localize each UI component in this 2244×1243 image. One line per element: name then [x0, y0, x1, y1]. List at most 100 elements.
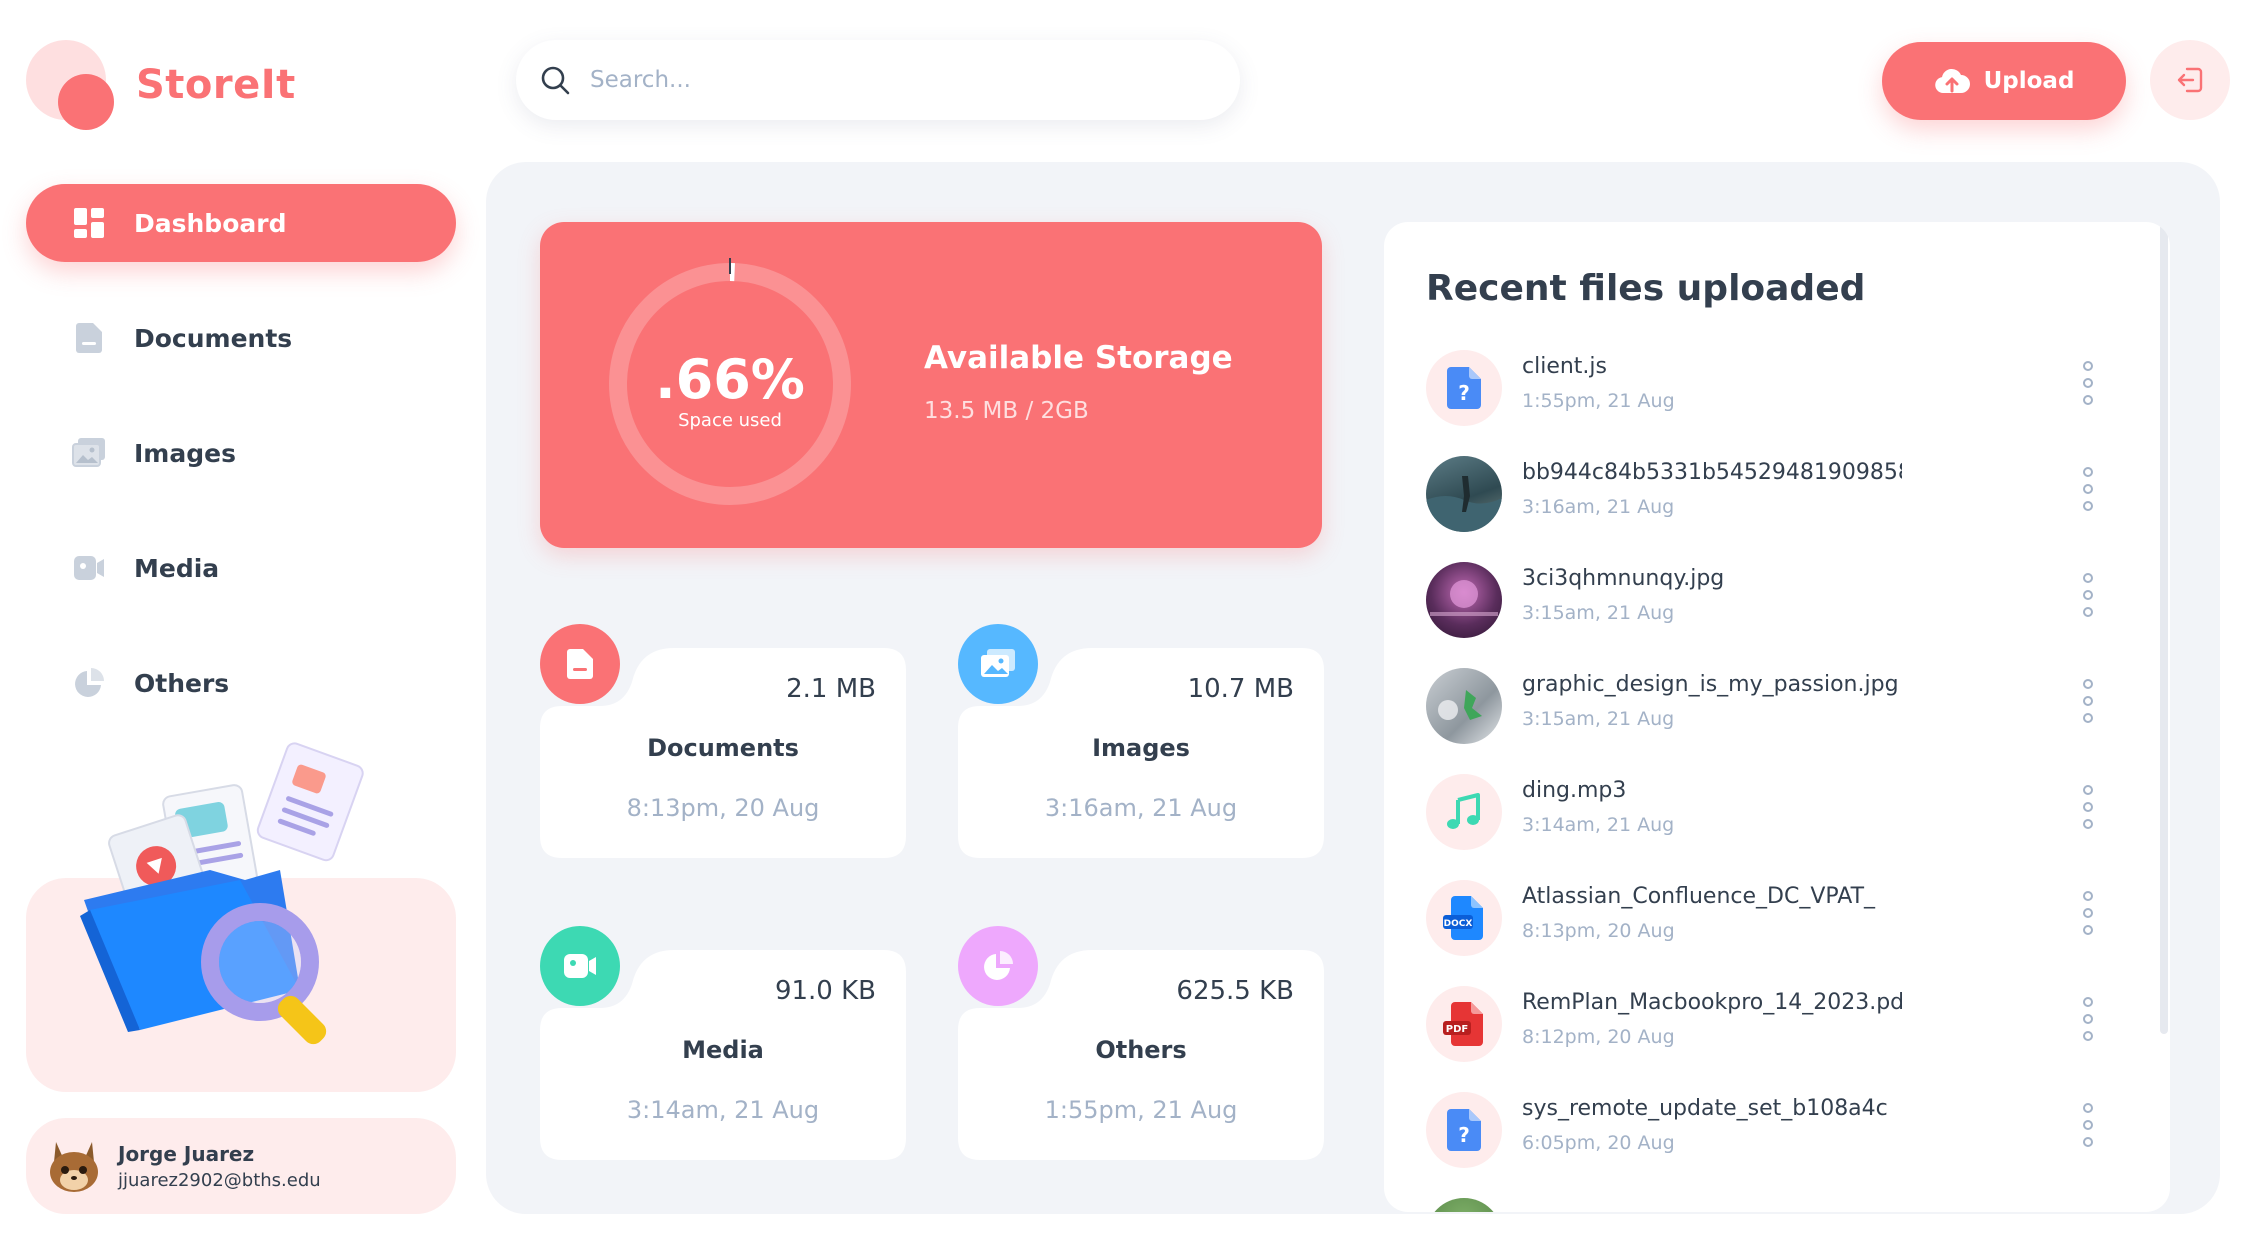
storage-percent: .66%: [655, 348, 805, 411]
file-name: 3ci3qhmnunqy.jpg: [1522, 566, 1725, 591]
file-date: 3:14am, 21 Aug: [1522, 814, 1675, 836]
file-name: ding.mp3: [1522, 778, 1627, 803]
more-vertical-icon[interactable]: [2082, 890, 2094, 936]
storage-used: 13.5 MB: [924, 398, 1019, 424]
file-row[interactable]: PDF RemPlan_Macbookpro_14_2023.pdf 8:12p…: [1426, 986, 2116, 1066]
card-name: Documents: [647, 734, 799, 762]
card-date: 3:14am, 21 Aug: [626, 1096, 820, 1124]
file-date: 3:15am, 21 Aug: [1522, 602, 1675, 624]
svg-text:?: ?: [1458, 381, 1470, 405]
upload-label: Upload: [1983, 68, 2075, 94]
image-thumbnail: [1426, 1198, 1502, 1212]
storage-separator: /: [1025, 398, 1034, 424]
file-row[interactable]: ? client.js 1:55pm, 21 Aug: [1426, 350, 2116, 430]
file-icon: [540, 624, 620, 704]
user-info: Jorge Juarez jjuarez2902@bths.edu: [118, 1142, 321, 1191]
recent-files-title: Recent files uploaded: [1426, 268, 1866, 309]
unknown-file-icon: ?: [1426, 1092, 1502, 1168]
file-row[interactable]: bb944c84b5331b545294819098581 3:16am, 21…: [1426, 456, 2116, 536]
card-name: Others: [1095, 1036, 1187, 1064]
file-date: 1:55pm, 21 Aug: [1522, 390, 1675, 412]
video-icon: [540, 926, 620, 1006]
upload-button[interactable]: Upload: [1882, 42, 2126, 120]
file-date: 6:05pm, 20 Aug: [1522, 1132, 1675, 1154]
search-bar[interactable]: [516, 40, 1240, 120]
card-size: 2.1 MB: [786, 674, 876, 704]
card-size: 625.5 KB: [1176, 976, 1294, 1006]
sidebar-item-label: Others: [134, 668, 230, 698]
summary-card-images[interactable]: 10.7 MB Images 3:16am, 21 Aug: [958, 624, 1324, 858]
folder-search-illustration: [80, 742, 364, 1045]
logo[interactable]: StoreIt: [26, 40, 296, 130]
file-name: RemPlan_Macbookpro_14_2023.pdf: [1522, 990, 1902, 1015]
more-vertical-icon[interactable]: [2082, 996, 2094, 1042]
summary-card-documents[interactable]: 2.1 MB Documents 8:13pm, 20 Aug: [540, 624, 906, 858]
document-icon: [72, 321, 106, 355]
sidebar-item-images[interactable]: Images: [26, 414, 456, 492]
avatar: [50, 1142, 98, 1192]
image-thumbnail: [1426, 456, 1502, 532]
app-name: StoreIt: [136, 62, 296, 108]
search-icon: [541, 66, 570, 95]
more-vertical-icon[interactable]: [2082, 678, 2094, 724]
summary-card-others[interactable]: 625.5 KB Others 1:55pm, 21 Aug: [958, 926, 1324, 1160]
file-row[interactable]: ? sys_remote_update_set_b108a4c 6:05pm, …: [1426, 1092, 2116, 1172]
pie-chart-icon: [72, 666, 106, 700]
file-row[interactable]: DOCX Atlassian_Confluence_DC_VPAT_ 8:13p…: [1426, 880, 2116, 960]
card-size: 10.7 MB: [1187, 674, 1294, 704]
file-row[interactable]: graphic_design_is_my_passion.jpg 3:15am,…: [1426, 668, 2116, 748]
svg-text:DOCX: DOCX: [1444, 919, 1473, 929]
sidebar-item-label: Media: [134, 553, 220, 583]
card-name: Media: [682, 1036, 764, 1064]
file-row[interactable]: ding.mp3 3:14am, 21 Aug: [1426, 774, 2116, 854]
file-date: 8:13pm, 20 Aug: [1522, 920, 1675, 942]
file-name: client.js: [1522, 354, 1607, 379]
card-name: Images: [1092, 734, 1190, 762]
sidebar-item-media[interactable]: Media: [26, 529, 456, 607]
summary-card-media[interactable]: 91.0 KB Media 3:14am, 21 Aug: [540, 926, 906, 1160]
app-root: StoreIt Dashboard Documents Images Media…: [0, 0, 2244, 1243]
storage-title: Available Storage: [924, 340, 1233, 376]
sidebar-item-dashboard[interactable]: Dashboard: [26, 184, 456, 262]
logout-icon: [2177, 67, 2203, 93]
file-row[interactable]: 3ci3qhmnunqy.jpg 3:15am, 21 Aug: [1426, 562, 2116, 642]
file-date: 3:15am, 21 Aug: [1522, 708, 1675, 730]
video-icon: [72, 551, 106, 585]
file-date: 8:12pm, 20 Aug: [1522, 1026, 1675, 1048]
sidebar-item-documents[interactable]: Documents: [26, 299, 456, 377]
recent-files-panel: Recent files uploaded ? client.js 1:55pm…: [1384, 222, 2170, 1212]
docx-icon: DOCX: [1426, 880, 1502, 956]
user-email: jjuarez2902@bths.edu: [118, 1169, 321, 1191]
storage-total: 2GB: [1040, 398, 1089, 424]
image-thumbnail: [1426, 668, 1502, 744]
sidebar-item-others[interactable]: Others: [26, 644, 456, 722]
more-vertical-icon[interactable]: [2082, 784, 2094, 830]
search-input[interactable]: [590, 67, 1210, 93]
logo-mark-icon: [26, 40, 116, 130]
storage-percent-caption: Space used: [678, 410, 782, 431]
logout-button[interactable]: [2150, 40, 2230, 120]
pie-chart-icon: [958, 926, 1038, 1006]
card-date: 3:16am, 21 Aug: [1044, 794, 1238, 822]
card-date: 8:13pm, 20 Aug: [626, 794, 820, 822]
file-name: Atlassian_Confluence_DC_VPAT_: [1522, 884, 1876, 909]
dashboard-icon: [72, 206, 106, 240]
sidebar-item-label: Images: [134, 438, 236, 468]
image-icon: [958, 624, 1038, 704]
more-vertical-icon[interactable]: [2082, 1102, 2094, 1148]
image-icon: [72, 436, 106, 470]
image-thumbnail: [1426, 562, 1502, 638]
svg-text:PDF: PDF: [1446, 1024, 1468, 1035]
sidebar-item-label: Documents: [134, 323, 293, 353]
music-note-icon: [1426, 774, 1502, 850]
more-vertical-icon[interactable]: [2082, 466, 2094, 512]
pdf-icon: PDF: [1426, 986, 1502, 1062]
storage-usage: 13.5 MB / 2GB: [924, 398, 1089, 424]
more-vertical-icon[interactable]: [2082, 360, 2094, 406]
recent-files-scrollbar[interactable]: [2160, 222, 2168, 1034]
file-date: 3:16am, 21 Aug: [1522, 496, 1675, 518]
file-name: bb944c84b5331b545294819098581: [1522, 460, 1902, 485]
more-vertical-icon[interactable]: [2082, 572, 2094, 618]
card-size: 91.0 KB: [774, 976, 876, 1006]
user-profile[interactable]: Jorge Juarez jjuarez2902@bths.edu: [26, 1118, 456, 1214]
